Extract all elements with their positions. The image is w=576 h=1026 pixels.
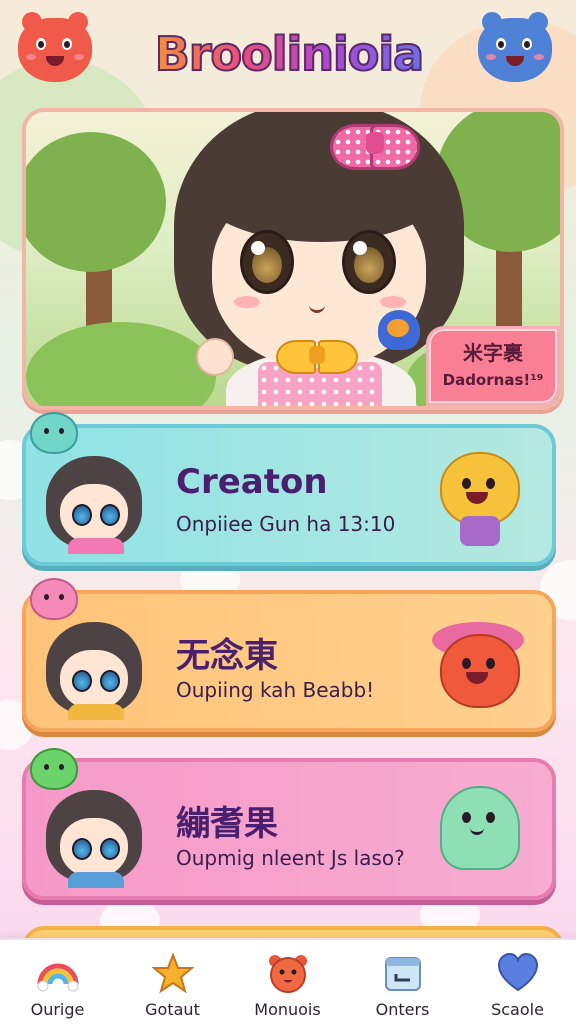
hero-banner[interactable]: 米字裹 Dadornas!¹⁹ — [22, 108, 564, 410]
badge-subtitle: Dadornas!¹⁹ — [442, 371, 544, 389]
pink-pet-icon — [30, 578, 78, 620]
heart-cookie-icon — [378, 310, 420, 350]
red-bear-mascot-icon[interactable] — [18, 12, 92, 82]
nav-label: Gotaut — [145, 1000, 200, 1019]
yellow-bear-mascot-icon — [430, 446, 526, 550]
nav-item-ourige[interactable]: Ourige — [0, 940, 115, 1026]
card-subtitle: Oupmig nleent Js laso? — [176, 846, 405, 870]
chibi-avatar — [42, 784, 146, 888]
red-fruit-mascot-icon — [430, 612, 526, 716]
card-title: Creaton — [176, 462, 328, 502]
nav-label: Onters — [375, 1000, 430, 1019]
green-ghost-mascot-icon — [430, 780, 526, 884]
nav-label: Ourige — [30, 1000, 85, 1019]
teal-pet-icon — [30, 412, 78, 454]
chibi-avatar — [42, 450, 146, 554]
star-icon — [151, 952, 195, 994]
card-subtitle: Onpiiee Gun ha 13:10 — [176, 512, 396, 536]
card-title: 无念東 — [176, 636, 278, 676]
calendar-icon — [382, 952, 424, 994]
menu-card-2[interactable]: 无念東 Oupiing kah Beabb! — [22, 578, 556, 732]
event-badge[interactable]: 米字裹 Dadornas!¹⁹ — [426, 326, 560, 406]
badge-title: 米字裹 — [463, 341, 523, 365]
nav-label: Monuois — [254, 1000, 321, 1019]
pink-bow-icon — [330, 118, 420, 178]
nav-item-gotaut[interactable]: Gotaut — [115, 940, 230, 1026]
game-title: Broolinioia — [130, 22, 448, 86]
blue-bear-mascot-icon[interactable] — [478, 12, 552, 82]
card-subtitle: Oupiing kah Beabb! — [176, 678, 375, 702]
rainbow-icon — [37, 952, 79, 994]
heart-icon — [497, 952, 539, 994]
bottom-nav: Ourige Gotaut Monuois Onters Scaole — [0, 938, 576, 1026]
menu-card-3[interactable]: 繃耆果 Oupmig nleent Js laso? — [22, 748, 556, 900]
card-title: 繃耆果 — [176, 804, 278, 844]
header: Broolinioia — [0, 0, 576, 108]
nav-label: Scaole — [491, 1000, 544, 1019]
nav-item-scaole[interactable]: Scaole — [460, 940, 575, 1026]
nav-item-monuois[interactable]: Monuois — [230, 940, 345, 1026]
nav-item-onters[interactable]: Onters — [345, 940, 460, 1026]
menu-card-creaton[interactable]: Creaton Onpiiee Gun ha 13:10 — [22, 412, 556, 566]
chibi-avatar — [42, 616, 146, 720]
bear-face-icon — [267, 952, 309, 994]
